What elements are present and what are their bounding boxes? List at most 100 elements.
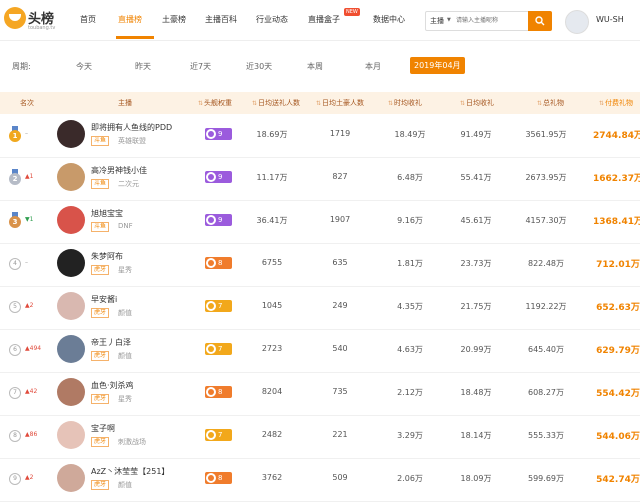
rank-medal-icon: 2 bbox=[9, 169, 21, 185]
daily-rich-users: 540 bbox=[332, 344, 348, 353]
streamer-name[interactable]: AzZ丶沐莹莹【251】 bbox=[91, 466, 169, 477]
paid-gifts: 542.74万 bbox=[596, 475, 640, 485]
period-option[interactable]: 昨天 bbox=[135, 61, 151, 72]
daily-gifts: 20.99万 bbox=[460, 345, 492, 354]
hourly-gifts: 6.48万 bbox=[397, 173, 423, 182]
streamer-category: DNF bbox=[118, 222, 133, 230]
streamer-category: 颜值 bbox=[118, 309, 132, 317]
logo-subtitle: toubang.tv bbox=[28, 25, 56, 31]
rank-trend-value: 2 bbox=[29, 302, 34, 309]
new-badge: NEW bbox=[344, 8, 360, 16]
nav-item[interactable]: 主播百科 bbox=[205, 14, 237, 25]
table-row[interactable]: 3 ▼1 旭旭宝宝 斗鱼 DNF 9 36.41万 1907 9.16万 45.61万 4157.3… bbox=[0, 200, 640, 244]
streamer-avatar[interactable] bbox=[57, 378, 85, 406]
column-header[interactable]: ⇅日均送礼人数 bbox=[252, 98, 300, 108]
period-option[interactable]: 近7天 bbox=[190, 61, 211, 72]
column-header-label: 日均送礼人数 bbox=[258, 99, 301, 107]
table-row[interactable]: 4– 朱梦阿布 虎牙 星秀 8 6755 635 1.81万 23.73万 822.48万 712.… bbox=[0, 243, 640, 287]
streamer-avatar[interactable] bbox=[57, 292, 85, 320]
table-row[interactable]: 5 ▲2 早安酱i 虎牙 颜值 7 1045 249 4.35万 21.75万 1192.22万 65… bbox=[0, 286, 640, 330]
streamer-avatar[interactable] bbox=[57, 421, 85, 449]
streamer-name[interactable]: 旭旭宝宝 bbox=[91, 208, 123, 219]
daily-rich-users: 509 bbox=[332, 473, 348, 482]
sort-icon: ⇅ bbox=[599, 100, 605, 107]
period-option[interactable]: 2019年04月 bbox=[410, 57, 465, 74]
top-bar: 头榜 toubang.tv 首页 直播榜 土豪榜 主播百科 行业动态 直播盒子 NEW 数据中… bbox=[0, 0, 640, 41]
streamer-avatar[interactable] bbox=[57, 163, 85, 191]
table-row[interactable]: 7 ▲42 血色·刘杀鸡 虎牙 星秀 8 8204 735 2.12万 18.48万 608.27万… bbox=[0, 372, 640, 416]
streamer-avatar[interactable] bbox=[57, 120, 85, 148]
daily-rich-users: 249 bbox=[332, 301, 348, 310]
rank-trend-value: 2 bbox=[29, 474, 34, 481]
nav-item[interactable]: 数据中心 bbox=[373, 14, 405, 25]
column-header[interactable]: ⇅总礼物 bbox=[537, 98, 564, 108]
search-input[interactable] bbox=[456, 13, 526, 27]
column-header-label: 名次 bbox=[20, 99, 34, 107]
streamer-avatar[interactable] bbox=[57, 249, 85, 277]
weight-value: 9 bbox=[218, 130, 223, 138]
table-row[interactable]: 9 ▲2 AzZ丶沐莹莹【251】 虎牙 颜值 8 3762 509 2.06万 18.09万 59… bbox=[0, 458, 640, 502]
rank-trend: ▲86 bbox=[25, 431, 37, 438]
table-row[interactable]: 1– 即将拥有人鱼线的PDD 斗鱼 英雄联盟 9 18.69万 1719 18.49万 91.4… bbox=[0, 114, 640, 158]
hourly-gifts: 2.12万 bbox=[397, 388, 423, 397]
column-header[interactable]: ⇅日均土豪人数 bbox=[316, 98, 364, 108]
weight-badge: 7 bbox=[205, 343, 232, 355]
nav-item[interactable]: 直播榜 bbox=[118, 14, 142, 25]
search-button[interactable] bbox=[528, 11, 552, 31]
streamer-name[interactable]: 帝王丿白泽 bbox=[91, 337, 131, 348]
nav-item[interactable]: 首页 bbox=[80, 14, 96, 25]
sort-icon: ⇅ bbox=[198, 100, 204, 107]
rank-number: 6 bbox=[9, 344, 21, 356]
period-option[interactable]: 本月 bbox=[365, 61, 381, 72]
rank-medal-icon: 1 bbox=[9, 126, 21, 142]
rank-trend: ▲2 bbox=[25, 474, 33, 481]
streamer-avatar[interactable] bbox=[57, 464, 85, 492]
total-gifts: 4157.30万 bbox=[525, 216, 567, 225]
weight-badge: 8 bbox=[205, 257, 232, 269]
daily-gift-users: 6755 bbox=[261, 258, 283, 267]
period-option[interactable]: 今天 bbox=[76, 61, 92, 72]
column-header-label: 主播 bbox=[118, 99, 132, 107]
weight-icon bbox=[206, 430, 216, 440]
total-gifts: 2673.95万 bbox=[525, 173, 567, 182]
table-row[interactable]: 2 ▲1 高冷男神钱小佳 斗鱼 二次元 9 11.17万 827 6.48万 55.41万 2673… bbox=[0, 157, 640, 201]
streamer-name[interactable]: 早安酱i bbox=[91, 294, 117, 305]
total-gifts: 599.69万 bbox=[528, 474, 564, 483]
column-header[interactable]: ⇅付费礼物 bbox=[599, 98, 633, 108]
table-row[interactable]: 8 ▲86 宝子啊 虎牙 刺激战场 7 2482 221 3.29万 18.14万 555.33万 5… bbox=[0, 415, 640, 459]
chevron-down-icon[interactable]: ▼ bbox=[447, 17, 451, 23]
period-option[interactable]: 本周 bbox=[307, 61, 323, 72]
weight-badge: 7 bbox=[205, 300, 232, 312]
site-logo[interactable]: 头榜 toubang.tv bbox=[2, 7, 58, 33]
streamer-avatar[interactable] bbox=[57, 335, 85, 363]
sort-icon: ⇅ bbox=[388, 100, 394, 107]
streamer-name[interactable]: 高冷男神钱小佳 bbox=[91, 165, 147, 176]
column-header[interactable]: ⇅时均收礼 bbox=[388, 98, 422, 108]
nav-item[interactable]: 土豪榜 bbox=[162, 14, 186, 25]
user-avatar[interactable] bbox=[565, 10, 589, 34]
rank-trend: ▼1 bbox=[25, 216, 33, 223]
nav-item[interactable]: 行业动态 bbox=[256, 14, 288, 25]
rank-number: 9 bbox=[9, 473, 21, 485]
daily-gift-users: 36.41万 bbox=[256, 216, 288, 225]
nav-item[interactable]: 直播盒子 bbox=[308, 14, 340, 25]
weight-icon bbox=[206, 129, 216, 139]
search-type-select[interactable]: 主播 bbox=[430, 16, 444, 26]
period-label: 周期: bbox=[12, 62, 31, 71]
streamer-avatar[interactable] bbox=[57, 206, 85, 234]
streamer-name[interactable]: 宝子啊 bbox=[91, 423, 115, 434]
weight-icon bbox=[206, 172, 216, 182]
column-header[interactable]: ⇅头舰权重 bbox=[198, 98, 232, 108]
rank-trend: ▲1 bbox=[25, 173, 33, 180]
user-name[interactable]: WU-SH bbox=[596, 15, 624, 24]
streamer-name[interactable]: 血色·刘杀鸡 bbox=[91, 380, 134, 391]
streamer-name[interactable]: 朱梦阿布 bbox=[91, 251, 123, 262]
platform-tag: 虎牙 bbox=[91, 308, 110, 318]
column-header[interactable]: ⇅日均收礼 bbox=[460, 98, 494, 108]
streamer-name[interactable]: 即将拥有人鱼线的PDD bbox=[91, 122, 172, 133]
logo-icon bbox=[4, 7, 26, 29]
table-row[interactable]: 6 ▲494 帝王丿白泽 虎牙 颜值 7 2723 540 4.63万 20.99万 645.40万… bbox=[0, 329, 640, 373]
hourly-gifts: 1.81万 bbox=[397, 259, 423, 268]
paid-gifts: 629.79万 bbox=[596, 346, 640, 356]
period-option[interactable]: 近30天 bbox=[246, 61, 272, 72]
